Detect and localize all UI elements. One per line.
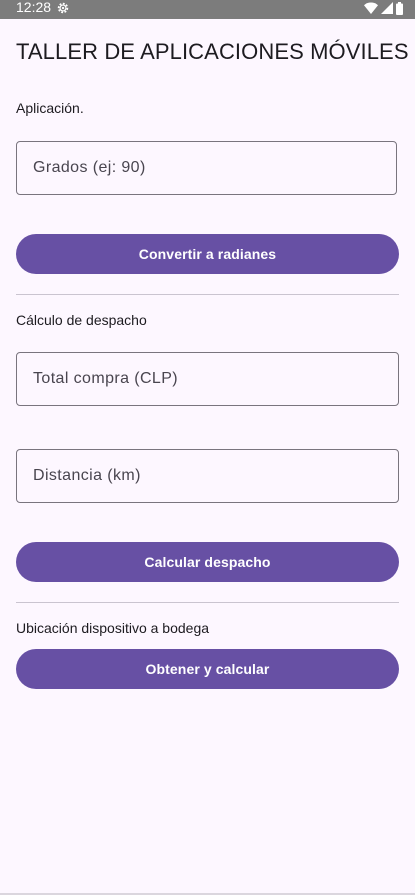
aplicacion-section-label: Aplicación. xyxy=(16,100,84,116)
convert-to-radians-button[interactable]: Convertir a radianes xyxy=(16,234,399,274)
get-and-calculate-button[interactable]: Obtener y calcular xyxy=(16,649,399,689)
status-time: 12:28 xyxy=(16,0,52,15)
wifi-icon xyxy=(364,2,378,14)
distance-input[interactable] xyxy=(17,450,398,502)
calculate-shipping-button[interactable]: Calcular despacho xyxy=(16,542,399,582)
degrees-input[interactable] xyxy=(17,142,396,194)
degrees-field[interactable] xyxy=(16,141,397,195)
page-title: TALLER DE APLICACIONES MÓVILES xyxy=(16,39,409,64)
ubicacion-section-label: Ubicación dispositivo a bodega xyxy=(16,620,210,636)
status-icons xyxy=(364,1,403,15)
divider xyxy=(16,602,399,603)
signal-icon xyxy=(381,2,393,14)
status-bar: 12:28 xyxy=(0,0,415,19)
total-purchase-field[interactable] xyxy=(16,352,399,406)
despacho-section-label: Cálculo de despacho xyxy=(16,312,147,328)
distance-field[interactable] xyxy=(16,449,399,503)
settings-icon xyxy=(57,2,69,14)
divider xyxy=(16,294,399,295)
total-purchase-input[interactable] xyxy=(17,353,398,405)
battery-icon xyxy=(396,1,403,15)
